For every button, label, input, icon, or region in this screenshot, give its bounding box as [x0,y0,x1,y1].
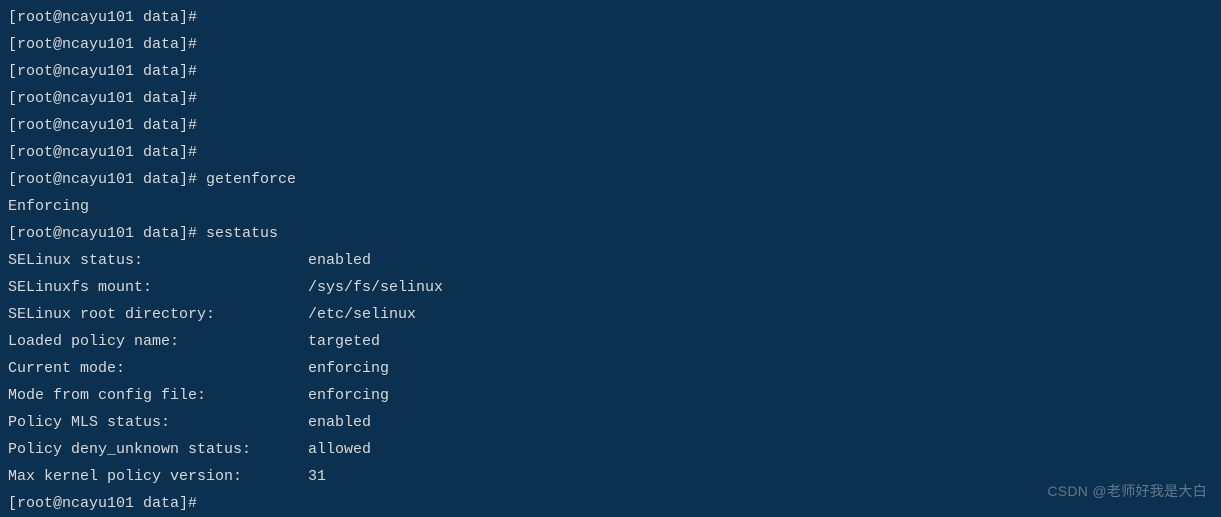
sestatus-row-0: SELinux status:enabled [8,247,1213,274]
sestatus-row-3-value: targeted [308,328,1213,355]
terminal-output[interactable]: [root@ncayu101 data]#[root@ncayu101 data… [8,4,1213,517]
sestatus-row-3: Loaded policy name:targeted [8,328,1213,355]
watermark: CSDN @老师好我是大白 [1047,478,1207,505]
sestatus-row-8: Max kernel policy version:31 [8,463,1213,490]
sestatus-row-7: Policy deny_unknown status:allowed [8,436,1213,463]
prompt-empty: [root@ncayu101 data]# [8,85,1213,112]
sestatus-row-8-label: Max kernel policy version: [8,463,308,490]
sestatus-row-4-value: enforcing [308,355,1213,382]
prompt-empty: [root@ncayu101 data]# [8,4,1213,31]
sestatus-row-4-label: Current mode: [8,355,308,382]
sestatus-row-1: SELinuxfs mount:/sys/fs/selinux [8,274,1213,301]
sestatus-row-0-value: enabled [308,247,1213,274]
sestatus-row-1-value: /sys/fs/selinux [308,274,1213,301]
sestatus-row-4: Current mode:enforcing [8,355,1213,382]
sestatus-row-5-label: Mode from config file: [8,382,308,409]
sestatus-row-6: Policy MLS status:enabled [8,409,1213,436]
sestatus-row-6-value: enabled [308,409,1213,436]
sestatus-row-7-label: Policy deny_unknown status: [8,436,308,463]
sestatus-row-2: SELinux root directory:/etc/selinux [8,301,1213,328]
sestatus-row-5-value: enforcing [308,382,1213,409]
prompt-final: [root@ncayu101 data]# [8,490,1213,517]
sestatus-row-6-label: Policy MLS status: [8,409,308,436]
sestatus-row-2-value: /etc/selinux [308,301,1213,328]
prompt-empty: [root@ncayu101 data]# [8,58,1213,85]
sestatus-row-1-label: SELinuxfs mount: [8,274,308,301]
prompt-empty: [root@ncayu101 data]# [8,139,1213,166]
output-getenforce: Enforcing [8,193,1213,220]
prompt-empty: [root@ncayu101 data]# [8,31,1213,58]
sestatus-row-0-label: SELinux status: [8,247,308,274]
prompt-empty: [root@ncayu101 data]# [8,112,1213,139]
sestatus-row-2-label: SELinux root directory: [8,301,308,328]
sestatus-row-7-value: allowed [308,436,1213,463]
sestatus-row-3-label: Loaded policy name: [8,328,308,355]
sestatus-row-5: Mode from config file:enforcing [8,382,1213,409]
prompt-sestatus: [root@ncayu101 data]# sestatus [8,220,1213,247]
prompt-getenforce: [root@ncayu101 data]# getenforce [8,166,1213,193]
